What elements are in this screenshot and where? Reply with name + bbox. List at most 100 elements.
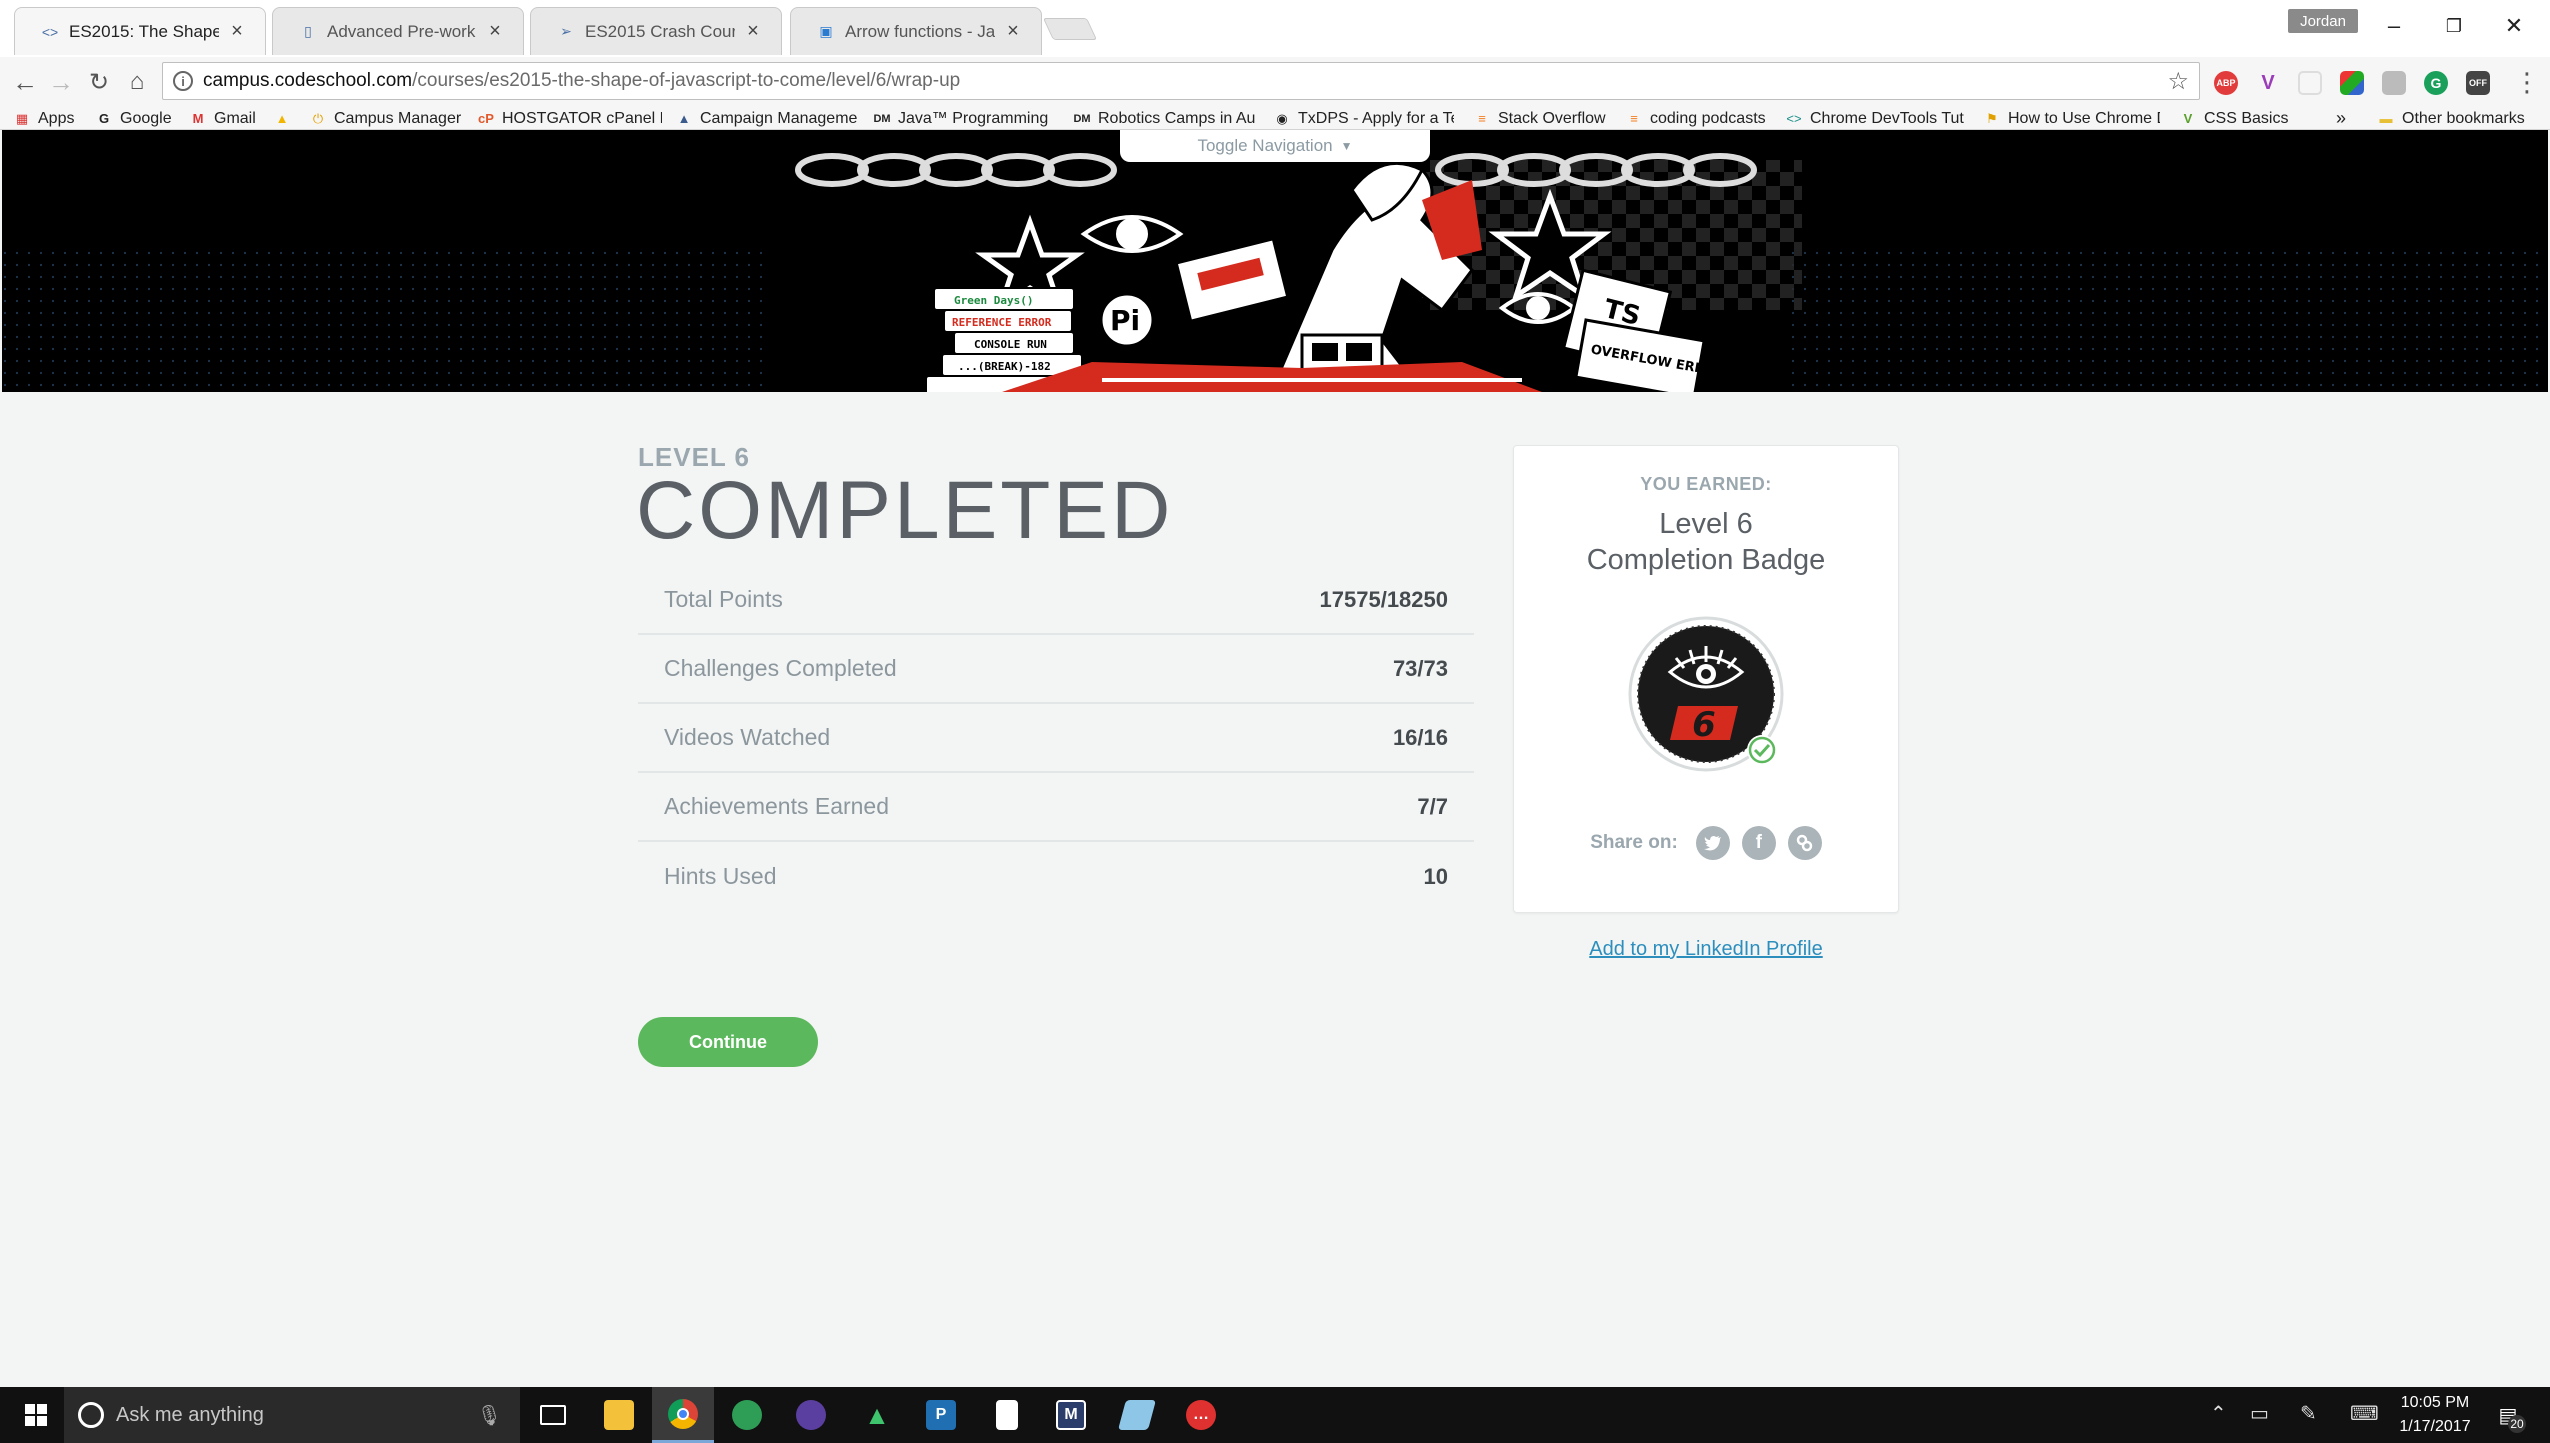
taskbar-clock[interactable]: 10:05 PM 1/17/2017 [2390,1391,2480,1439]
stat-value: 17575/18250 [1319,586,1448,612]
taskbar-file-explorer[interactable] [588,1387,650,1443]
star-icon[interactable]: ☆ [2167,67,2189,96]
extension-v-icon[interactable]: V [2256,71,2280,95]
clock-date: 1/17/2017 [2399,1418,2471,1435]
tab-arrow-functions[interactable]: ▣ Arrow functions - JavaSc × [790,7,1042,55]
chrome-menu-icon[interactable]: ⋮ [2514,67,2540,98]
taskbar-publisher[interactable]: P [910,1387,972,1443]
drive-icon: ▲ [275,111,289,126]
bookmark-css-basics[interactable]: V CSS Basics [2180,107,2300,130]
reload-icon[interactable]: ↻ [82,65,116,99]
notification-count: 20 [2508,1415,2526,1433]
taskbar-app-purple[interactable] [780,1387,842,1443]
taskbar-notepad[interactable] [976,1387,1038,1443]
course-banner: Green Days() REFERENCE ERROR CONSOLE RUN… [2,130,2548,392]
bookmark-stack-overflow[interactable]: ≡ Stack Overflow [1474,107,1614,130]
page-title: COMPLETED [636,465,1174,556]
restore-icon[interactable]: ❐ [2432,8,2476,44]
banner-text-break: ...(BREAK)-182 [958,360,1051,373]
stat-label: Total Points [664,586,783,612]
bookmarks-overflow-icon[interactable]: » [2336,107,2356,130]
extension-blank-icon[interactable] [2298,71,2322,95]
document-icon [996,1400,1018,1430]
action-center-button[interactable]: ▤ 20 [2488,1397,2528,1433]
cortana-search-box[interactable]: Ask me anything 🎙 [64,1387,520,1443]
task-view-button[interactable] [522,1387,584,1443]
bookmark-label: How to Use Chrome D [2008,109,2160,127]
close-icon[interactable]: × [485,20,505,42]
bookmark-txdps[interactable]: ◉ TxDPS - Apply for a Te [1274,107,1454,130]
taskbar-chrome[interactable] [652,1387,714,1443]
forward-arrow-icon[interactable]: → [44,65,78,99]
continue-button[interactable]: Continue [638,1017,818,1067]
pen-icon[interactable]: ✎ [2300,1401,2317,1426]
battery-icon[interactable]: ▭ [2250,1401,2269,1426]
facebook-icon[interactable]: f [1741,826,1776,860]
close-icon[interactable]: × [743,20,763,42]
windows-start-button[interactable] [8,1387,64,1443]
bookmark-drive[interactable]: ▲ [274,107,304,130]
extension-off-icon[interactable]: OFF [2466,71,2490,95]
bookmark-devtools-tut[interactable]: <> Chrome DevTools Tut [1786,107,1966,130]
close-window-icon[interactable]: ✕ [2492,8,2536,44]
stat-label: Challenges Completed [664,655,897,681]
bookmark-coding-podcasts[interactable]: ≡ coding podcasts [1626,107,1772,130]
search-placeholder: Ask me anything [116,1403,264,1426]
bookmark-google[interactable]: G Google [96,107,180,130]
bookmark-other[interactable]: ▬ Other bookmarks [2378,107,2548,130]
stat-row-achievements: Achievements Earned 7/7 [638,773,1474,842]
extension-color-icon[interactable] [2340,71,2364,95]
share-row: Share on: f [1514,826,1898,860]
bookmark-gmail[interactable]: M Gmail [190,107,270,130]
bookmark-how-to-chrome[interactable]: ⚑ How to Use Chrome D [1984,107,2160,130]
bookmark-campaign-manager[interactable]: ▲ Campaign Manageme [676,107,862,130]
dm-icon: DM [1074,112,1091,125]
grammarly-icon[interactable]: G [2424,71,2448,95]
taskbar-app-book[interactable] [1106,1387,1168,1443]
folder-icon [604,1400,634,1430]
keyboard-icon[interactable]: ⌨ [2350,1401,2379,1426]
tab-es2015[interactable]: <> ES2015: The Shape of Ja × [14,7,266,55]
adblock-icon[interactable]: ABP [2214,71,2238,95]
address-bar[interactable]: i campus.codeschool.com/courses/es2015-t… [162,62,2200,100]
taskbar-app-green[interactable] [716,1387,778,1443]
bookmark-label: Chrome DevTools Tut [1810,109,1964,127]
microphone-icon[interactable]: 🎙 [477,1403,502,1428]
bookmark-label: TxDPS - Apply for a Te [1298,109,1454,127]
bookmark-apps[interactable]: ▦ Apps [14,107,84,130]
extension-grey-icon[interactable] [2382,71,2406,95]
browser-tab-strip: <> ES2015: The Shape of Ja × ▯ Advanced … [0,0,2550,57]
close-icon[interactable]: × [1003,20,1023,42]
tab-advanced-prework[interactable]: ▯ Advanced Pre-work and × [272,7,524,55]
google-plus-icon[interactable] [1787,826,1822,860]
tab-es2015-crash-course[interactable]: ➢ ES2015 Crash Course: Ba × [530,7,782,55]
info-icon[interactable]: i [173,71,193,91]
bookmark-campus-manager[interactable]: ⏻ Campus Manager [310,107,470,130]
bookmark-java[interactable]: DM Java™ Programming [874,107,1058,130]
svg-text:Pi: Pi [1110,304,1140,337]
taskbar-app-rocket[interactable]: ▲ [846,1387,908,1443]
badge-name-line2: Completion Badge [1586,544,1826,576]
toggle-navigation-button[interactable]: Toggle Navigation ▼ [1120,130,1430,162]
taskbar-app-chat[interactable]: … [1170,1387,1232,1443]
stats-table: Total Points 17575/18250 Challenges Comp… [638,566,1474,911]
bookmark-robotics[interactable]: DM Robotics Camps in Au [1074,107,1260,130]
home-icon[interactable]: ⌂ [120,65,154,99]
back-arrow-icon[interactable]: ← [8,65,42,99]
profile-button[interactable]: Jordan [2288,9,2358,33]
stat-row-total-points: Total Points 17575/18250 [638,566,1474,635]
url-host: campus.codeschool.com [203,70,413,91]
minimize-icon[interactable]: – [2372,8,2416,44]
taskbar-app-m[interactable]: M [1040,1387,1102,1443]
new-tab-button[interactable] [1042,18,1098,40]
bookmark-label: Campus Manager [334,109,462,127]
bookmark-hostgator[interactable]: cP HOSTGATOR cPanel L [478,107,662,130]
linkedin-link[interactable]: Add to my LinkedIn Profile [1513,938,1899,961]
close-icon[interactable]: × [227,20,247,42]
gmail-icon: M [192,111,204,126]
twitter-icon[interactable] [1695,826,1730,860]
stackoverflow-icon: ≡ [1478,111,1486,126]
badge-medal-icon: 6 [1628,616,1784,772]
tray-chevron-up-icon[interactable]: ⌃ [2210,1401,2227,1426]
banner-text-reference-error: REFERENCE ERROR [952,316,1052,329]
